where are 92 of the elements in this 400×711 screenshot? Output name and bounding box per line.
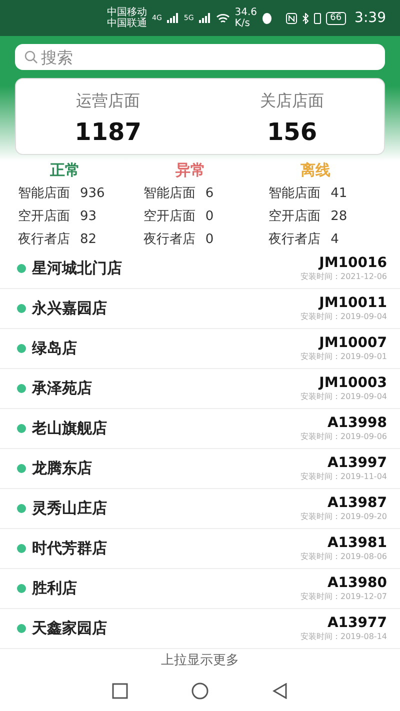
wifi-icon — [216, 12, 230, 24]
stat-value: 936 — [80, 185, 105, 203]
store-name: 天鑫家园店 — [32, 619, 108, 638]
stat-value: 6 — [205, 185, 214, 203]
stat-label: 夜行者店 — [143, 231, 196, 249]
store-row[interactable]: 永兴嘉园店 JM10011 安装时间：2019-09-04 — [0, 289, 400, 329]
store-code: JM10011 — [319, 295, 387, 311]
install-date: 安装时间：2019-08-14 — [300, 631, 387, 642]
category-title: 正常 — [49, 161, 81, 180]
load-more-hint: 上拉显示更多 — [160, 652, 240, 670]
category-title: 异常 — [174, 161, 206, 180]
install-date: 安装时间：2019-11-04 — [300, 471, 387, 482]
summary-label: 关店店面 — [260, 91, 324, 112]
store-row[interactable]: 灵秀山庄店 A13987 安装时间：2019-09-20 — [0, 489, 400, 529]
stat-value: 0 — [205, 231, 214, 249]
status-dot — [17, 584, 26, 593]
store-row[interactable]: 天鑫家园店 A13977 安装时间：2019-08-14 — [0, 609, 400, 649]
stat-label: 空开店面 — [18, 208, 70, 226]
clock: 3:39 — [354, 10, 386, 26]
store-row[interactable]: 胜利店 A13980 安装时间：2019-12-07 — [0, 569, 400, 609]
store-name: 绿岛店 — [32, 339, 78, 358]
install-date: 安装时间：2019-09-01 — [300, 351, 387, 362]
stat-label: 夜行者店 — [268, 231, 321, 249]
home-icon[interactable] — [190, 682, 209, 700]
store-code: A13977 — [327, 615, 387, 631]
store-code: JM10003 — [319, 375, 387, 391]
install-date: 安装时间：2019-09-20 — [300, 511, 387, 522]
summary-value: 156 — [266, 118, 318, 146]
store-name: 灵秀山庄店 — [32, 499, 108, 518]
stat-label: 空开店面 — [143, 208, 196, 226]
stat-value: 28 — [330, 208, 348, 226]
status-dot — [17, 464, 26, 473]
stat-value: 93 — [80, 208, 97, 226]
stat-value: 41 — [330, 185, 348, 203]
carrier-label: 中国移动 — [107, 7, 147, 18]
status-dot — [17, 624, 26, 633]
status-dot — [17, 264, 26, 273]
store-code: A13998 — [327, 415, 387, 431]
signal-icon — [198, 13, 211, 23]
store-code: JM10016 — [319, 255, 387, 271]
store-row[interactable]: 龙腾东店 A13997 安装时间：2019-11-04 — [0, 449, 400, 489]
store-row[interactable]: 老山旗舰店 A13998 安装时间：2019-09-06 — [0, 409, 400, 449]
install-date: 安装时间：2021-12-06 — [300, 271, 387, 282]
install-date: 安装时间：2019-09-04 — [300, 391, 387, 402]
summary-label: 运营店面 — [76, 91, 140, 112]
search-field[interactable]: 搜索 — [15, 44, 385, 70]
stat-label: 智能店面 — [18, 185, 70, 203]
store-name: 胜利店 — [32, 579, 78, 598]
store-name: 承泽苑店 — [32, 379, 93, 398]
install-date: 安装时间：2019-12-07 — [300, 591, 387, 602]
status-dot — [17, 504, 26, 513]
store-name: 龙腾东店 — [32, 459, 93, 478]
square-icon[interactable] — [112, 683, 128, 699]
stat-value: 0 — [205, 208, 214, 226]
back-icon[interactable] — [272, 683, 288, 699]
install-date: 安装时间：2019-09-06 — [300, 431, 387, 442]
stat-value: 4 — [330, 231, 339, 249]
carrier-label: 中国联通 — [107, 18, 147, 29]
store-code: A13987 — [327, 495, 387, 511]
stat-label: 智能店面 — [143, 185, 196, 203]
speed-unit: K/s — [234, 18, 251, 29]
stat-label: 空开店面 — [268, 208, 321, 226]
store-code: A13981 — [327, 535, 387, 551]
store-code: A13980 — [327, 575, 387, 591]
status-dot — [17, 304, 26, 313]
store-name: 永兴嘉园店 — [32, 299, 108, 318]
stat-label: 智能店面 — [268, 185, 321, 203]
store-name: 老山旗舰店 — [32, 419, 108, 438]
battery-level: 66 — [326, 12, 346, 24]
status-dot — [17, 424, 26, 433]
summary-value: 1187 — [74, 118, 142, 146]
store-name: 时代芳群店 — [32, 539, 108, 558]
stat-label: 夜行者店 — [18, 231, 70, 249]
store-row[interactable]: 时代芳群店 A13981 安装时间：2019-08-06 — [0, 529, 400, 569]
store-row[interactable]: 星河城北门店 JM10016 安装时间：2021-12-06 — [0, 249, 400, 289]
store-code: JM10007 — [319, 335, 387, 351]
nfc-icon — [286, 12, 298, 24]
status-dot — [17, 544, 26, 553]
stat-value: 82 — [80, 231, 97, 249]
signal-icon — [166, 13, 179, 23]
store-row[interactable]: 承泽苑店 JM10003 安装时间：2019-09-04 — [0, 369, 400, 409]
bluetooth-icon — [302, 12, 310, 24]
search-icon — [24, 50, 38, 64]
store-name: 星河城北门店 — [32, 259, 123, 278]
category-title: 离线 — [300, 161, 332, 180]
install-date: 安装时间：2019-09-04 — [300, 311, 387, 322]
install-date: 安装时间：2019-08-06 — [300, 551, 387, 562]
store-row[interactable]: 绿岛店 JM10007 安装时间：2019-09-01 — [0, 329, 400, 369]
speed-value: 34.6 — [234, 7, 258, 18]
status-dot — [17, 384, 26, 393]
store-code: A13997 — [327, 455, 387, 471]
status-dot — [17, 344, 26, 353]
